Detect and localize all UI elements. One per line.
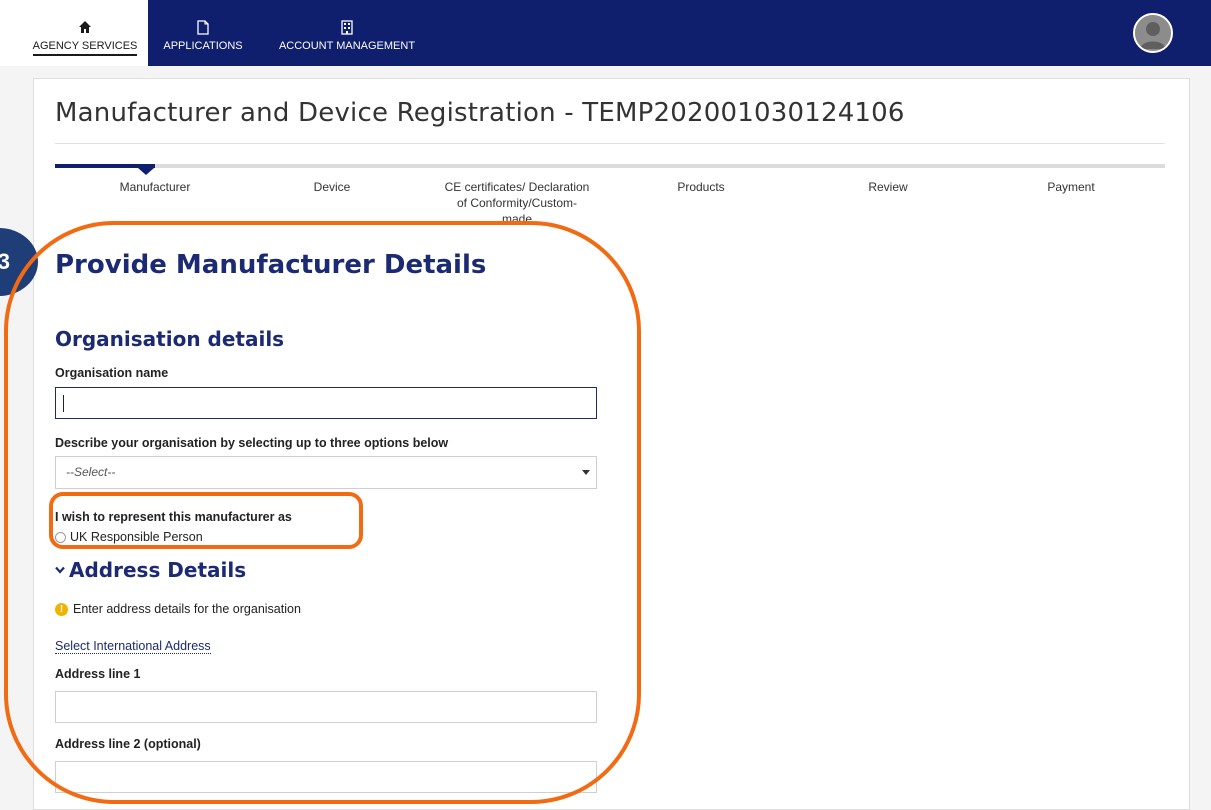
step-review[interactable]: Review xyxy=(803,179,973,195)
organisation-name-input[interactable] xyxy=(55,387,597,419)
step-ce-certificates[interactable]: CE certificates/ Declaration of Conformi… xyxy=(442,179,592,227)
step-products[interactable]: Products xyxy=(616,179,786,195)
address-details-toggle[interactable]: Address Details xyxy=(55,558,246,582)
address-line1-input[interactable] xyxy=(55,691,597,723)
address-info-message: ! Enter address details for the organisa… xyxy=(55,602,301,616)
represent-manufacturer-label: I wish to represent this manufacturer as xyxy=(55,510,292,524)
nav-label-account-management: ACCOUNT MANAGEMENT xyxy=(278,40,416,52)
address-line1-label: Address line 1 xyxy=(55,667,141,681)
document-icon xyxy=(197,18,209,36)
organisation-name-label: Organisation name xyxy=(55,366,169,380)
page-title: Manufacturer and Device Registration - T… xyxy=(55,98,905,128)
nav-label-applications: APPLICATIONS xyxy=(163,40,243,52)
text-cursor xyxy=(63,395,64,412)
stepper-track xyxy=(55,164,1165,168)
address-line2-label: Address line 2 (optional) xyxy=(55,737,201,751)
title-divider xyxy=(55,143,1165,144)
nav-applications[interactable]: APPLICATIONS xyxy=(152,0,254,66)
step-manufacturer[interactable]: Manufacturer xyxy=(70,179,240,195)
top-navigation-bar: AGENCY SERVICES APPLICATIONS ACCOUNT MAN… xyxy=(0,0,1211,66)
address-details-title: Address Details xyxy=(69,558,247,582)
describe-organisation-select[interactable]: --Select-- xyxy=(55,456,597,489)
step-device[interactable]: Device xyxy=(247,179,417,195)
nav-left-edge xyxy=(0,0,22,66)
warning-icon: ! xyxy=(55,602,68,616)
stepper-active-caret-icon xyxy=(138,168,154,175)
home-icon xyxy=(78,18,92,36)
chevron-down-icon xyxy=(55,562,65,578)
select-international-address-link[interactable]: Select International Address xyxy=(55,639,211,654)
nav-account-management[interactable]: ACCOUNT MANAGEMENT xyxy=(258,0,436,66)
user-avatar-icon xyxy=(1135,15,1171,51)
uk-responsible-person-label: UK Responsible Person xyxy=(70,530,203,544)
select-value: --Select-- xyxy=(66,465,116,479)
radio-button-icon[interactable] xyxy=(55,531,66,543)
step-payment[interactable]: Payment xyxy=(986,179,1156,195)
form-heading: Provide Manufacturer Details xyxy=(55,250,487,280)
organisation-section-title: Organisation details xyxy=(55,327,285,351)
describe-organisation-label: Describe your organisation by selecting … xyxy=(55,436,449,450)
nav-label-agency-services: AGENCY SERVICES xyxy=(32,40,138,56)
nav-agency-services[interactable]: AGENCY SERVICES xyxy=(22,0,148,66)
uk-responsible-person-option[interactable]: UK Responsible Person xyxy=(55,530,203,544)
building-icon xyxy=(341,18,353,36)
dropdown-arrow-icon xyxy=(582,470,590,475)
address-line2-input[interactable] xyxy=(55,761,597,793)
user-avatar[interactable] xyxy=(1133,13,1173,53)
address-info-text: Enter address details for the organisati… xyxy=(73,602,301,616)
